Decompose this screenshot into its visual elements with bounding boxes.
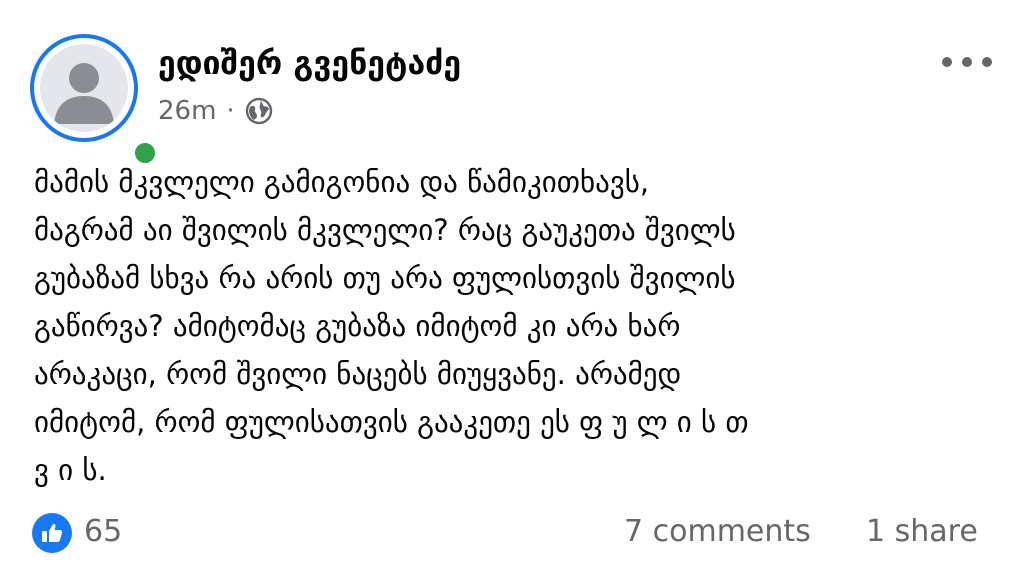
meta-separator: · [226,96,235,126]
post-text-line: მაგრამ აი შვილის მკვლელი? რაც გაუკეთა შვ… [34,213,736,247]
more-dot-icon [982,57,992,67]
more-dot-icon [962,57,972,67]
more-dot-icon [942,57,952,67]
post-text-line: ვ ი ს. [34,453,107,487]
post-text-line: მამის მკვლელი გამიგონია და წამიკითხავს, [34,165,650,199]
avatar[interactable] [30,34,160,168]
default-profile-icon [40,44,128,132]
reaction-count[interactable]: 65 [84,514,122,549]
post-footer: 65 7 comments 1 share [0,510,1024,558]
post-timestamp[interactable]: 26m [158,96,216,126]
post-text-line: გაწირვა? ამიტომაც გუბაზა იმიტომ კი არა ხ… [34,309,681,343]
post-text-line: იმიტომ, რომ ფულისათვის გააკეთე ეს ფ უ ლ … [34,405,749,439]
comments-count-link[interactable]: 7 comments [624,514,811,549]
more-options-button[interactable] [942,52,992,72]
post-meta: 26m · [158,93,273,129]
facebook-post: ედიშერ გვენეტაძე 26m · მამის მკვლელი გამ… [0,0,1024,577]
post-body: მამის მკვლელი გამიგონია და წამიკითხავს, … [34,158,1002,494]
shares-count-link[interactable]: 1 share [866,514,978,549]
like-icon[interactable] [32,513,72,553]
post-text-line: არაკაცი, რომ შვილი ნაცებს მიუყვანე. არამ… [34,357,682,391]
post-text-line: გუბაზამ სხვა რა არის თუ არა ფულისთვის შვ… [34,261,736,295]
globe-icon[interactable] [245,97,273,125]
author-name[interactable]: ედიშერ გვენეტაძე [158,44,461,82]
